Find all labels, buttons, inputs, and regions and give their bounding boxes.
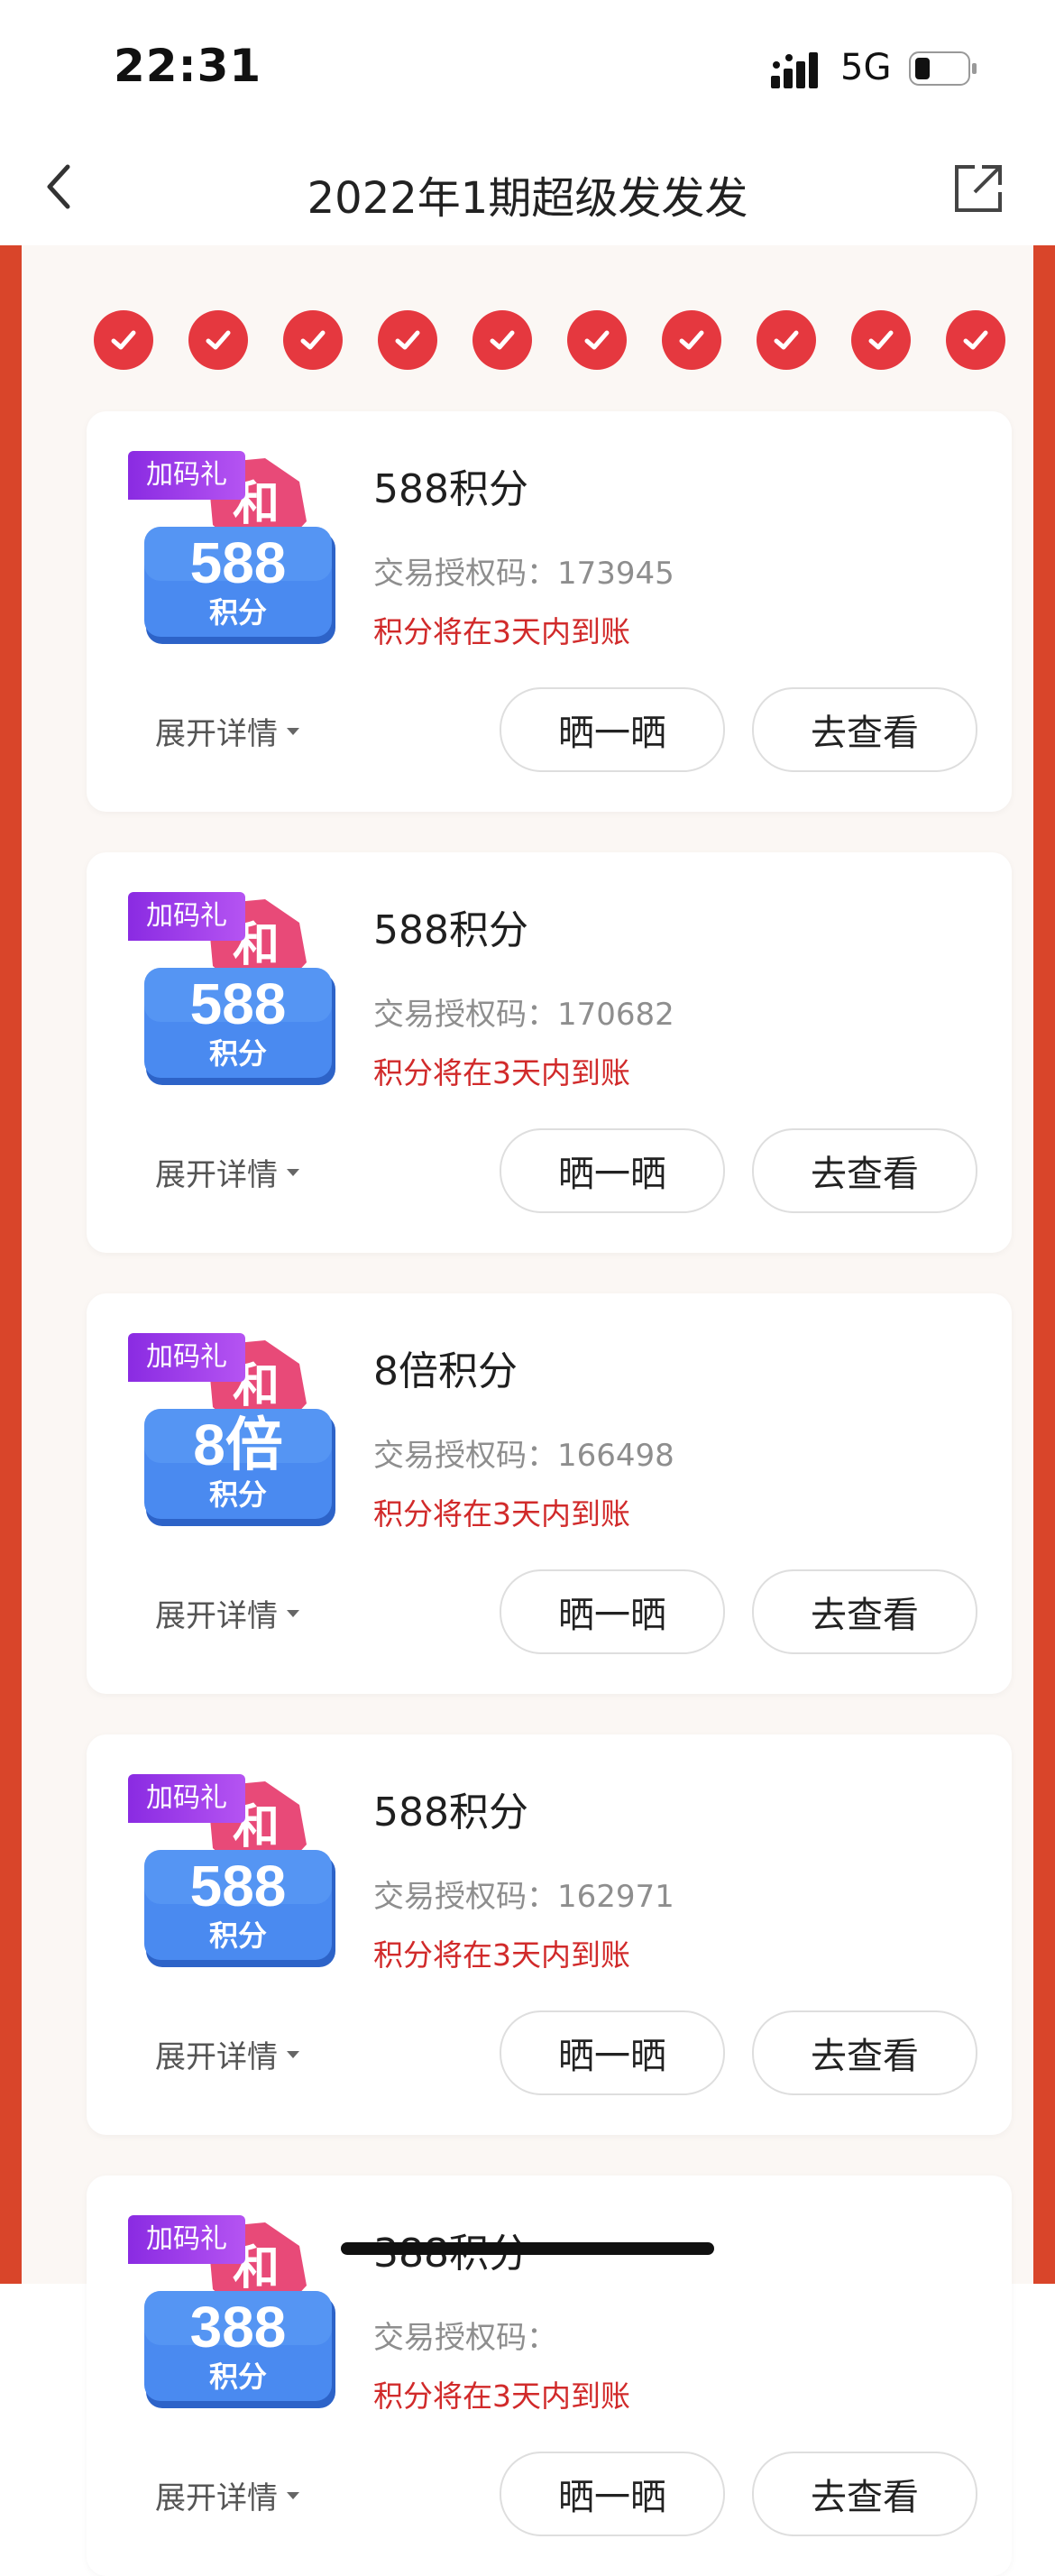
checkin-dot	[946, 310, 1005, 370]
checkin-dot	[472, 310, 532, 370]
share-off-button[interactable]: 晒一晒	[500, 2452, 725, 2536]
reward-title: 588积分	[373, 466, 528, 512]
go-view-button[interactable]: 去查看	[752, 687, 977, 772]
share-off-button[interactable]: 晒一晒	[500, 1128, 725, 1213]
go-view-button[interactable]: 去查看	[752, 2010, 977, 2095]
auth-code: 交易授权码：170682	[373, 997, 674, 1033]
external-share-icon	[955, 165, 1002, 212]
caret-down-icon	[287, 1168, 299, 1176]
check-icon	[490, 330, 515, 350]
battery-icon	[909, 51, 977, 86]
expand-label: 展开详情	[155, 1157, 278, 1193]
caret-down-icon	[287, 2050, 299, 2058]
nav-bar: 2022年1期超级发发发	[0, 135, 1055, 245]
signal-icon	[771, 52, 818, 88]
checkin-dot	[378, 310, 437, 370]
checkin-dot	[188, 310, 248, 370]
svg-text:积分: 积分	[209, 1478, 267, 1511]
auth-code: 交易授权码：	[373, 2320, 557, 2356]
page-title: 2022年1期超级发发发	[307, 173, 748, 224]
svg-text:388: 388	[190, 2295, 287, 2360]
auth-code: 交易授权码：162971	[373, 1879, 674, 1915]
svg-text:8倍: 8倍	[193, 1412, 283, 1477]
reward-card: 和 588 积分 加码礼 588积分 交易授权码：162971 积分将在3天内到…	[87, 1734, 1012, 2135]
reward-title: 588积分	[373, 1789, 528, 1835]
expand-details-button[interactable]: 展开详情	[155, 1150, 299, 1194]
check-icon	[679, 330, 704, 350]
check-icon	[206, 330, 231, 350]
share-off-button[interactable]: 晒一晒	[500, 1569, 725, 1654]
auth-code: 交易授权码：166498	[373, 1438, 674, 1474]
status-bar: 22:31 5G	[0, 0, 1055, 135]
network-type: 5G	[840, 47, 892, 88]
svg-text:积分: 积分	[209, 1037, 267, 1070]
check-icon	[963, 330, 988, 350]
share-off-button[interactable]: 晒一晒	[500, 2010, 725, 2095]
check-icon	[111, 330, 136, 350]
caret-down-icon	[287, 2491, 299, 2499]
check-icon	[774, 330, 799, 350]
go-view-button[interactable]: 去查看	[752, 1128, 977, 1213]
reward-title: 588积分	[373, 907, 528, 953]
check-icon	[300, 330, 326, 350]
bonus-tag: 加码礼	[128, 1333, 245, 1382]
main-area: 和 588 积分 加码礼 588积分 交易授权码：173945 积分将在3天内到…	[0, 245, 1055, 2576]
checkin-dot	[757, 310, 816, 370]
share-button[interactable]	[947, 157, 1010, 220]
status-time: 22:31	[114, 40, 262, 92]
arrival-note: 积分将在3天内到账	[373, 1937, 630, 1973]
reward-card: 和 8倍 积分 加码礼 8倍积分 交易授权码：166498 积分将在3天内到账 …	[87, 1293, 1012, 1694]
expand-label: 展开详情	[155, 1598, 278, 1634]
check-icon	[395, 330, 420, 350]
checkin-dot	[94, 310, 153, 370]
expand-details-button[interactable]: 展开详情	[155, 709, 299, 753]
auth-code: 交易授权码：173945	[373, 556, 674, 592]
reward-card: 和 588 积分 加码礼 588积分 交易授权码：170682 积分将在3天内到…	[87, 852, 1012, 1253]
svg-text:积分: 积分	[209, 1919, 267, 1952]
arrival-note: 积分将在3天内到账	[373, 1496, 630, 1532]
rewards-panel: 和 588 积分 加码礼 588积分 交易授权码：173945 积分将在3天内到…	[22, 245, 1033, 2576]
bonus-tag: 加码礼	[128, 2215, 245, 2264]
reward-title: 8倍积分	[373, 1348, 518, 1394]
svg-text:积分: 积分	[209, 596, 267, 629]
checkin-dot	[662, 310, 721, 370]
go-view-button[interactable]: 去查看	[752, 1569, 977, 1654]
svg-text:588: 588	[190, 1854, 287, 1918]
expand-label: 展开详情	[155, 2480, 278, 2516]
reward-card: 和 388 积分 加码礼 388积分 交易授权码： 积分将在3天内到账 展开详情…	[87, 2176, 1012, 2576]
arrival-note: 积分将在3天内到账	[373, 1055, 630, 1090]
reward-card: 和 588 积分 加码礼 588积分 交易授权码：173945 积分将在3天内到…	[87, 411, 1012, 812]
bonus-tag: 加码礼	[128, 1774, 245, 1823]
checkin-dot	[567, 310, 627, 370]
bonus-tag: 加码礼	[128, 451, 245, 500]
checkin-dot	[283, 310, 343, 370]
expand-label: 展开详情	[155, 716, 278, 752]
check-icon	[584, 330, 610, 350]
checkin-dot	[851, 310, 911, 370]
home-indicator	[341, 2242, 714, 2255]
go-view-button[interactable]: 去查看	[752, 2452, 977, 2536]
arrival-note: 积分将在3天内到账	[373, 614, 630, 649]
caret-down-icon	[287, 727, 299, 735]
bonus-tag: 加码礼	[128, 892, 245, 941]
share-off-button[interactable]: 晒一晒	[500, 687, 725, 772]
expand-details-button[interactable]: 展开详情	[155, 2473, 299, 2517]
check-icon	[868, 330, 894, 350]
caret-down-icon	[287, 1609, 299, 1617]
svg-text:588: 588	[190, 971, 287, 1036]
arrival-note: 积分将在3天内到账	[373, 2378, 630, 2414]
checkin-progress	[94, 310, 1005, 372]
expand-details-button[interactable]: 展开详情	[155, 1591, 299, 1635]
expand-label: 展开详情	[155, 2039, 278, 2075]
svg-text:积分: 积分	[209, 2360, 267, 2393]
svg-text:588: 588	[190, 530, 287, 595]
expand-details-button[interactable]: 展开详情	[155, 2032, 299, 2076]
